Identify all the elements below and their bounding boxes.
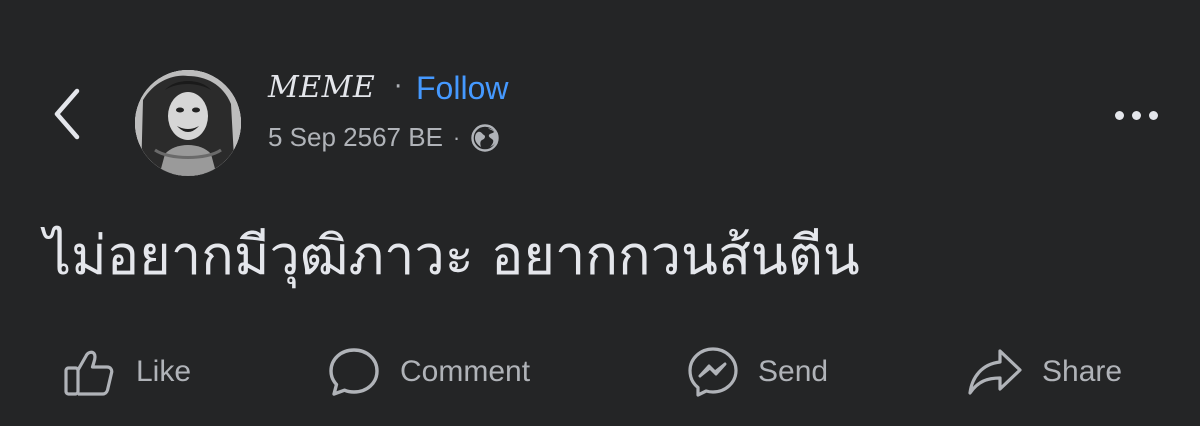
share-icon <box>968 349 1022 395</box>
like-button[interactable]: Like <box>62 340 191 404</box>
comment-button[interactable]: Comment <box>326 340 530 404</box>
comment-label: Comment <box>400 355 531 388</box>
avatar-image <box>135 70 241 176</box>
more-dot <box>1114 110 1124 120</box>
share-button[interactable]: Share <box>966 340 1122 404</box>
name-separator: · <box>394 72 403 102</box>
thumbs-up-icon <box>64 350 114 396</box>
more-dot <box>1131 110 1141 120</box>
like-label: Like <box>136 355 192 388</box>
avatar[interactable] <box>135 70 241 176</box>
more-options-button[interactable] <box>1104 100 1168 130</box>
meta-separator: · <box>452 124 461 150</box>
back-button[interactable] <box>40 82 92 146</box>
send-button[interactable]: Send <box>686 340 828 404</box>
post-timestamp[interactable]: 5 Sep 2567 BE <box>268 122 443 153</box>
comment-icon <box>329 348 379 396</box>
share-label: Share <box>1042 355 1123 388</box>
send-label: Send <box>758 355 829 388</box>
follow-button[interactable]: Follow <box>416 70 508 107</box>
post-text: ไม่อยากมีวุฒิภาวะ อยากกวนส้นตีน <box>44 224 860 287</box>
author-name[interactable]: MEME <box>268 70 375 105</box>
post-meta: 5 Sep 2567 BE · <box>268 122 500 153</box>
chevron-left-icon <box>54 88 80 140</box>
more-dot <box>1148 110 1158 120</box>
globe-icon <box>470 123 500 153</box>
messenger-icon <box>688 347 738 397</box>
post-card: MEME · Follow 5 Sep 2567 BE · ไม่อยากมีว… <box>0 0 1200 426</box>
